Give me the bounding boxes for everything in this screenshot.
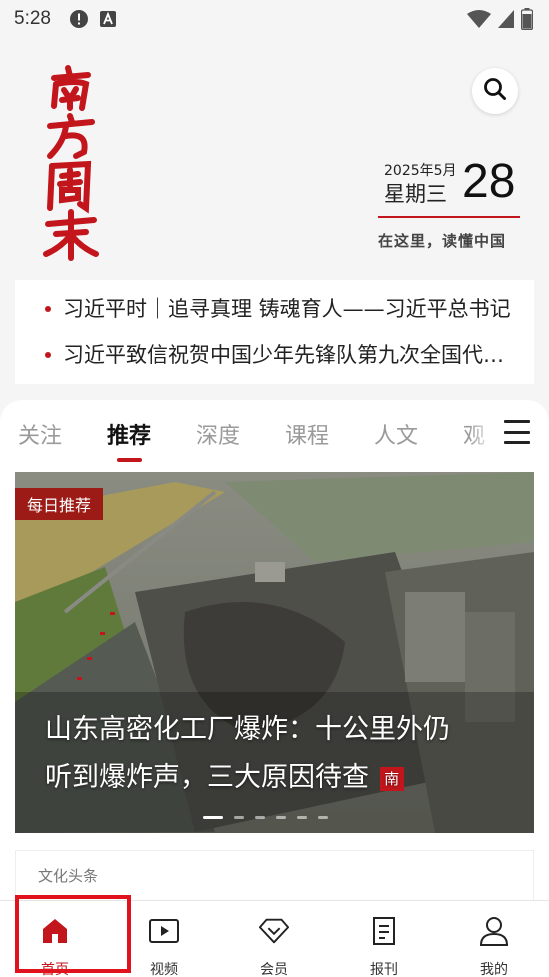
tab-follow[interactable]: 关注 bbox=[18, 418, 62, 450]
status-time: 5:28 bbox=[14, 8, 51, 29]
feature-carousel[interactable]: 每日推荐 山东高密化工厂爆炸：十公里外仍 听到爆炸声，三大原因待查 南 bbox=[15, 472, 534, 833]
carousel-dot bbox=[203, 816, 223, 819]
nav-newspaper[interactable]: 报刊 bbox=[344, 915, 424, 977]
carousel-indicator bbox=[203, 816, 328, 819]
search-button[interactable] bbox=[472, 68, 518, 114]
bullet-dot bbox=[45, 352, 51, 358]
category-tabs: 关注 推荐 深度 课程 人文 观 bbox=[0, 400, 549, 466]
headline-ticker: 习近平时｜追寻真理 铸魂育人——习近平总书记 习近平致信祝贺中国少年先锋队第九次… bbox=[15, 280, 534, 384]
nav-newspaper-label: 报刊 bbox=[370, 962, 398, 977]
text-app-icon bbox=[99, 10, 117, 28]
carousel-dot bbox=[318, 816, 328, 819]
nav-member[interactable]: 会员 bbox=[234, 915, 314, 977]
slogan: 在这里，读懂中国 bbox=[378, 232, 507, 250]
carousel-dot bbox=[255, 816, 265, 819]
signal-icon bbox=[497, 9, 515, 33]
date-block: 2025年5月 星期三 28 bbox=[380, 155, 520, 222]
nav-video[interactable]: 视频 bbox=[124, 915, 204, 977]
culture-label: 文化头条 bbox=[38, 867, 99, 885]
battery-icon bbox=[520, 8, 534, 34]
date-divider bbox=[378, 216, 520, 218]
active-tab-indicator bbox=[117, 458, 142, 462]
status-bar: 5:28 bbox=[0, 0, 549, 38]
video-icon bbox=[148, 915, 180, 947]
person-icon bbox=[478, 915, 510, 947]
wifi-icon bbox=[467, 9, 491, 33]
home-icon bbox=[39, 915, 71, 947]
feature-title-line1: 山东高密化工厂爆炸：十公里外仍 bbox=[45, 714, 450, 745]
date-weekday: 星期三 bbox=[384, 182, 447, 206]
feature-title-line2: 听到爆炸声，三大原因待查 bbox=[45, 762, 369, 793]
newspaper-icon bbox=[368, 915, 400, 947]
carousel-dot bbox=[234, 816, 244, 819]
diamond-icon bbox=[258, 915, 290, 947]
headline-text: 习近平时｜追寻真理 铸魂育人——习近平总书记 bbox=[63, 297, 511, 321]
nav-profile-label: 我的 bbox=[480, 962, 508, 977]
bottom-nav: 首页 视频 会员 报刊 我的 bbox=[0, 900, 549, 977]
tab-recommend[interactable]: 推荐 bbox=[107, 418, 151, 450]
status-right-icons bbox=[467, 8, 534, 34]
menu-icon[interactable] bbox=[504, 420, 530, 444]
headline-item[interactable]: 习近平时｜追寻真理 铸魂育人——习近平总书记 bbox=[43, 294, 514, 340]
headline-item[interactable]: 习近平致信祝贺中国少年先锋队第九次全国代表大会 bbox=[43, 340, 514, 386]
nav-home[interactable]: 首页 bbox=[15, 915, 95, 977]
nav-member-label: 会员 bbox=[260, 962, 288, 977]
nanfang-badge-icon: 南 bbox=[379, 766, 404, 791]
tab-depth[interactable]: 深度 bbox=[196, 418, 240, 450]
daily-recommend-tag: 每日推荐 bbox=[15, 488, 104, 520]
carousel-dot bbox=[276, 816, 286, 819]
tab-fade bbox=[468, 414, 496, 454]
nav-profile[interactable]: 我的 bbox=[454, 915, 534, 977]
headline-text: 习近平致信祝贺中国少年先锋队第九次全国代表大会 bbox=[63, 343, 514, 367]
feature-title[interactable]: 山东高密化工厂爆炸：十公里外仍 听到爆炸声，三大原因待查 南 bbox=[45, 706, 505, 802]
carousel-dot bbox=[297, 816, 307, 819]
tab-humanities[interactable]: 人文 bbox=[374, 418, 418, 450]
date-year-month: 2025年5月 bbox=[384, 163, 457, 179]
tab-courses[interactable]: 课程 bbox=[285, 418, 329, 450]
search-icon bbox=[482, 76, 508, 106]
alert-icon bbox=[69, 9, 89, 29]
nav-home-label: 首页 bbox=[41, 962, 69, 977]
bullet-dot bbox=[45, 306, 51, 312]
date-day: 28 bbox=[462, 155, 516, 208]
nanfang-zhoumo-logo bbox=[36, 62, 106, 262]
nav-video-label: 视频 bbox=[150, 962, 178, 977]
